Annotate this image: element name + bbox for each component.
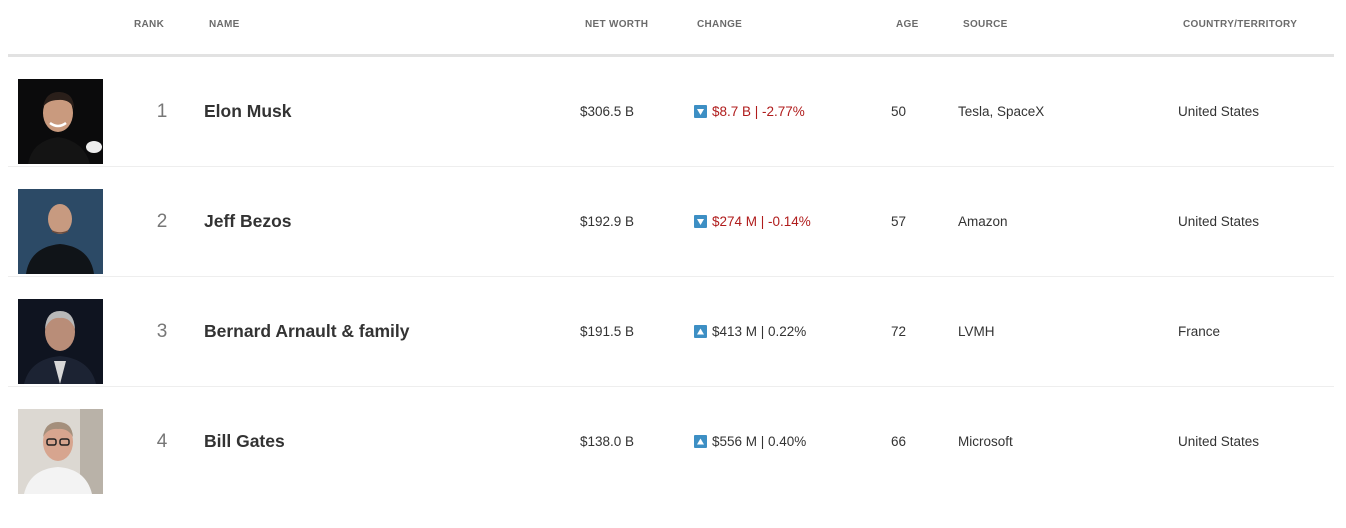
- avatar[interactable]: [18, 409, 103, 494]
- rank: 3: [156, 320, 168, 342]
- header-net-worth[interactable]: NET WORTH: [585, 19, 648, 30]
- change-value: $274 M | -0.14%: [712, 214, 811, 229]
- avatar[interactable]: [18, 299, 103, 384]
- person-name[interactable]: Bernard Arnault & family: [204, 277, 410, 386]
- person-name[interactable]: Jeff Bezos: [204, 167, 292, 276]
- change-value: $413 M | 0.22%: [712, 324, 807, 339]
- source: Amazon: [958, 214, 1008, 229]
- country: United States: [1178, 104, 1260, 119]
- table-header: RANK NAME NET WORTH CHANGE AGE SOURCE CO…: [8, 0, 1334, 57]
- table-row[interactable]: 3 Bernard Arnault & family $191.5 B $413…: [8, 277, 1334, 387]
- change: $413 M | 0.22%: [694, 277, 806, 386]
- net-worth: $306.5 B: [580, 104, 635, 119]
- change: $556 M | 0.40%: [694, 387, 806, 496]
- age: 50: [891, 104, 907, 119]
- header-rank[interactable]: RANK: [134, 19, 164, 30]
- source: Tesla, SpaceX: [958, 104, 1045, 119]
- header-age[interactable]: AGE: [896, 19, 919, 30]
- header-name[interactable]: NAME: [209, 19, 240, 30]
- country: United States: [1178, 434, 1260, 449]
- change: $8.7 B | -2.77%: [694, 57, 805, 166]
- table-row[interactable]: 2 Jeff Bezos $192.9 B $274 M | -0.14% 57…: [8, 167, 1334, 277]
- age: 66: [891, 434, 907, 449]
- header-source[interactable]: SOURCE: [963, 19, 1008, 30]
- person-name[interactable]: Elon Musk: [204, 57, 292, 166]
- header-change[interactable]: CHANGE: [697, 19, 742, 30]
- age: 57: [891, 214, 907, 229]
- age: 72: [891, 324, 907, 339]
- change: $274 M | -0.14%: [694, 167, 811, 276]
- net-worth: $191.5 B: [580, 324, 635, 339]
- rank: 1: [156, 100, 168, 122]
- arrow-up-icon: [694, 325, 707, 338]
- country: United States: [1178, 214, 1260, 229]
- header-country[interactable]: COUNTRY/TERRITORY: [1183, 19, 1297, 30]
- avatar[interactable]: [18, 79, 103, 164]
- table-row[interactable]: 1 Elon Musk $306.5 B $8.7 B | -2.77% 50 …: [8, 57, 1334, 167]
- rank: 4: [156, 430, 168, 452]
- source: Microsoft: [958, 434, 1013, 449]
- avatar[interactable]: [18, 189, 103, 274]
- arrow-up-icon: [694, 435, 707, 448]
- change-value: $556 M | 0.40%: [712, 434, 807, 449]
- change-value: $8.7 B | -2.77%: [712, 104, 805, 119]
- country: France: [1178, 324, 1221, 339]
- person-name[interactable]: Bill Gates: [204, 387, 285, 496]
- net-worth: $138.0 B: [580, 434, 635, 449]
- net-worth: $192.9 B: [580, 214, 635, 229]
- table-row[interactable]: 4 Bill Gates $138.0 B $556 M | 0.40% 66 …: [8, 387, 1334, 496]
- billionaires-table: RANK NAME NET WORTH CHANGE AGE SOURCE CO…: [8, 0, 1334, 496]
- arrow-down-icon: [694, 215, 707, 228]
- rank: 2: [156, 210, 168, 232]
- source: LVMH: [958, 324, 995, 339]
- arrow-down-icon: [694, 105, 707, 118]
